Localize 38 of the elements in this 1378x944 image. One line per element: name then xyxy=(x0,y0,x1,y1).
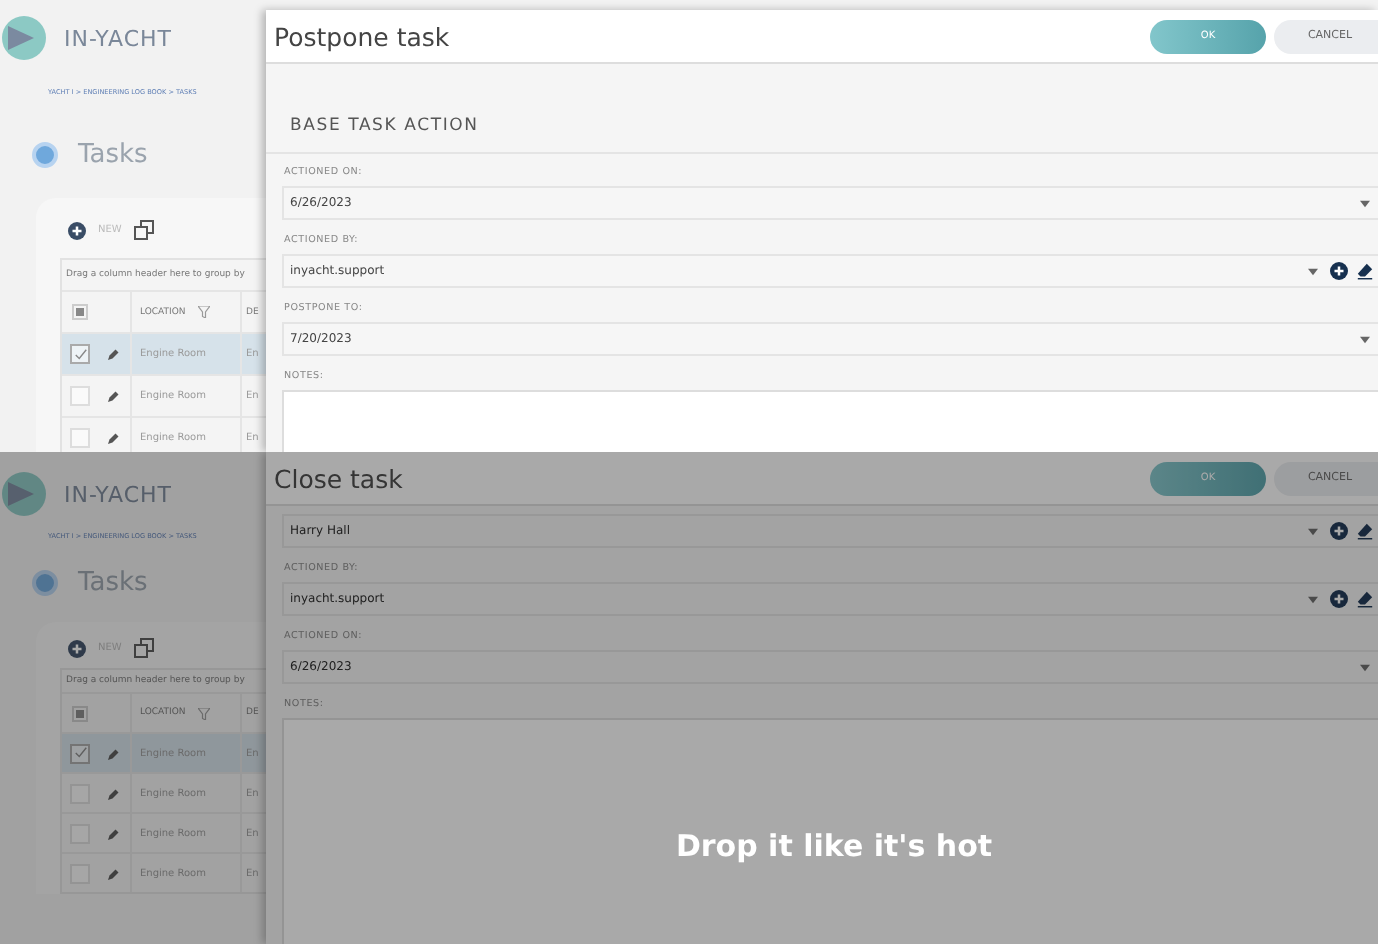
overlay-caption: Drop it like it's hot xyxy=(675,828,993,864)
section-title: BASE TASK ACTION xyxy=(290,116,479,136)
select-all-checkbox[interactable] xyxy=(76,308,84,316)
logo-icon xyxy=(2,16,46,60)
pencil-icon[interactable] xyxy=(108,867,120,879)
pencil-icon[interactable] xyxy=(108,390,120,402)
caret-icon xyxy=(1308,527,1318,535)
dialog-title: Close task xyxy=(274,463,405,493)
tasks-icon xyxy=(32,570,58,596)
row-checkbox[interactable] xyxy=(70,344,90,364)
copy-icon[interactable] xyxy=(133,220,154,240)
pencil-icon[interactable] xyxy=(108,747,120,759)
add-icon[interactable] xyxy=(1330,590,1348,608)
pencil-icon[interactable] xyxy=(108,432,120,444)
page-title: Tasks xyxy=(78,140,148,170)
eraser-icon[interactable] xyxy=(1356,262,1374,280)
select-all-checkbox[interactable] xyxy=(76,709,84,717)
add-icon[interactable] xyxy=(1330,522,1348,540)
caret-icon xyxy=(1360,663,1370,671)
pencil-icon[interactable] xyxy=(108,348,120,360)
eraser-icon[interactable] xyxy=(1356,522,1374,540)
caret-icon xyxy=(1360,199,1370,207)
pencil-icon[interactable] xyxy=(108,787,120,799)
dialog-title: Postpone task xyxy=(274,21,452,51)
filter-icon[interactable] xyxy=(197,306,210,318)
caret-icon xyxy=(1308,595,1318,603)
app-logo-text: IN-YACHT xyxy=(64,25,173,51)
app-logo-text: IN-YACHT xyxy=(64,481,173,507)
row-checkbox[interactable] xyxy=(70,743,90,763)
caret-icon xyxy=(1360,335,1370,343)
copy-icon[interactable] xyxy=(133,638,154,658)
logo-icon xyxy=(2,472,46,516)
add-icon[interactable] xyxy=(1330,262,1348,280)
tasks-icon xyxy=(32,142,58,168)
add-icon[interactable] xyxy=(68,221,86,239)
caret-icon xyxy=(1308,267,1318,275)
pencil-icon[interactable] xyxy=(108,827,120,839)
eraser-icon[interactable] xyxy=(1356,590,1374,608)
